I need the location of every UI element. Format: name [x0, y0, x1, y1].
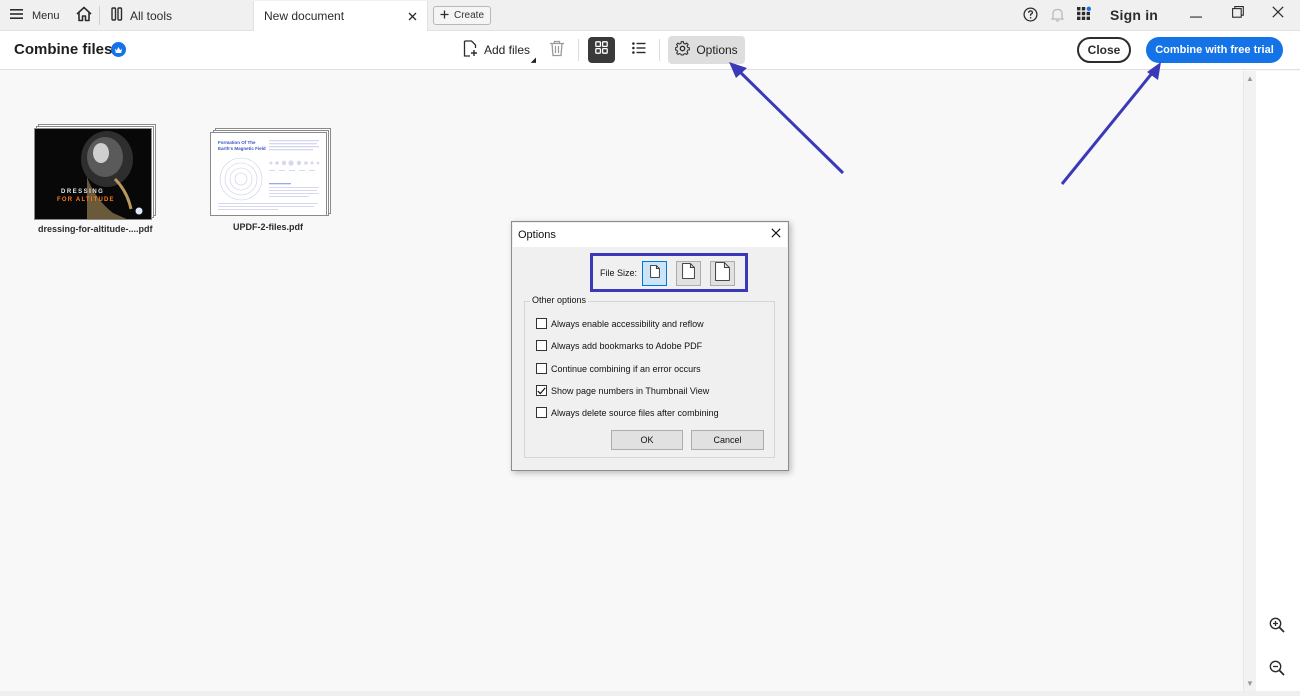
close-icon: [771, 225, 781, 243]
restore-icon: [1232, 5, 1244, 23]
file-size-large-icon: [715, 261, 730, 286]
list-view-button[interactable]: [626, 37, 652, 63]
option-add-bookmarks[interactable]: Always add bookmarks to Adobe PDF: [536, 340, 702, 351]
checkbox[interactable]: [536, 340, 547, 351]
close-icon[interactable]: [405, 9, 419, 23]
delete-button[interactable]: [549, 40, 565, 62]
dialog-close-button[interactable]: [770, 228, 782, 240]
home-button[interactable]: [74, 0, 94, 31]
scroll-down-icon[interactable]: ▼: [1246, 679, 1254, 688]
file-size-medium-button[interactable]: [676, 261, 701, 286]
help-button[interactable]: [1021, 0, 1039, 31]
checkbox-checked[interactable]: [536, 385, 547, 396]
file-size-small-icon: [649, 264, 660, 283]
zoom-out-icon: [1269, 660, 1285, 680]
toolbar-divider: [578, 39, 579, 61]
tool-toolbar: Combine files Add files ◢ Options Close …: [0, 31, 1300, 70]
close-icon: [1272, 5, 1284, 23]
option-label: Always add bookmarks to Adobe PDF: [551, 340, 703, 351]
home-icon: [75, 6, 93, 25]
all-tools-icon: [111, 7, 123, 24]
zoom-in-button[interactable]: [1269, 617, 1285, 638]
all-tools-button[interactable]: All tools: [111, 0, 172, 31]
file-size-large-button[interactable]: [710, 261, 735, 286]
ok-button[interactable]: OK: [611, 430, 683, 450]
list-view-icon: [632, 41, 646, 59]
trash-icon: [549, 40, 565, 61]
options-button[interactable]: Options: [668, 36, 745, 64]
restore-button[interactable]: [1218, 0, 1258, 28]
tab-new-document[interactable]: New document: [253, 1, 428, 31]
option-continue-on-error[interactable]: Continue combining if an error occurs: [536, 363, 701, 374]
menu-icon: [10, 8, 24, 23]
dialog-title-bar: Options: [513, 223, 787, 247]
options-dialog: Options File Size: Other options Always …: [511, 221, 789, 471]
top-bar: Menu All tools New document Create Sign …: [0, 0, 1300, 31]
right-panel: [1256, 71, 1300, 691]
topbar-divider: [99, 6, 100, 25]
option-accessibility-reflow[interactable]: Always enable accessibility and reflow: [536, 318, 704, 329]
bell-icon: [1050, 7, 1064, 25]
options-label: Options: [696, 43, 738, 57]
zoom-out-button[interactable]: [1269, 660, 1285, 681]
create-button[interactable]: Create: [433, 6, 491, 25]
all-tools-label: All tools: [130, 8, 173, 23]
file-size-group: File Size:: [590, 253, 748, 292]
cover-subtitle: FOR ALTITUDE: [57, 197, 115, 203]
other-options-label: Other options: [530, 295, 589, 305]
checkmark-icon: [537, 387, 546, 394]
toolbar-divider: [659, 39, 660, 61]
option-label: Continue combining if an error occurs: [551, 363, 701, 374]
create-label: Create: [453, 10, 484, 21]
horizontal-scrollbar[interactable]: [0, 691, 1300, 696]
add-files-button[interactable]: Add files ◢: [463, 40, 536, 64]
premium-badge-icon: [111, 42, 126, 57]
page-title: Combine files: [14, 41, 113, 58]
window-close-button[interactable]: [1258, 0, 1298, 28]
file-size-label: File Size:: [600, 268, 638, 278]
apps-icon: [1076, 6, 1092, 25]
minimize-icon: [1190, 5, 1202, 23]
zoom-in-icon: [1269, 617, 1285, 637]
help-icon: [1022, 6, 1038, 25]
dialog-title: Options: [518, 229, 556, 241]
plus-icon: [440, 10, 449, 22]
apps-button[interactable]: [1076, 0, 1092, 31]
menu-button[interactable]: Menu: [10, 0, 60, 31]
option-delete-source-files[interactable]: Always delete source files after combini…: [536, 407, 719, 418]
checkbox[interactable]: [536, 318, 547, 329]
tab-label: New document: [264, 9, 345, 23]
cover-page: Formation Of The Earth's Magnetic Field: [210, 132, 327, 216]
file-size-medium-icon: [682, 263, 695, 284]
option-label: Show page numbers in Thumbnail View: [551, 385, 710, 396]
checkbox[interactable]: [536, 407, 547, 418]
close-button[interactable]: Close: [1077, 37, 1131, 63]
combine-button[interactable]: Combine with free trial: [1146, 37, 1283, 63]
file-name: dressing-for-altitude-....pdf: [38, 224, 153, 234]
cancel-button[interactable]: Cancel: [691, 430, 764, 450]
minimize-button[interactable]: [1176, 0, 1216, 28]
cover-title: DRESSING: [61, 189, 105, 195]
menu-label: Menu: [32, 9, 60, 22]
gear-icon: [675, 41, 691, 59]
vertical-scrollbar[interactable]: ▲ ▼: [1243, 71, 1256, 691]
checkbox[interactable]: [536, 363, 547, 374]
option-show-page-numbers[interactable]: Show page numbers in Thumbnail View: [536, 385, 709, 396]
add-files-label: Add files: [484, 43, 531, 57]
grid-view-icon: [595, 41, 608, 59]
grid-view-button[interactable]: [588, 37, 615, 63]
add-file-icon: [463, 40, 478, 60]
scroll-up-icon[interactable]: ▲: [1246, 74, 1254, 83]
cover-image: DRESSING FOR ALTITUDE: [34, 128, 152, 220]
notifications-button[interactable]: [1049, 0, 1065, 31]
option-label: Always enable accessibility and reflow: [551, 318, 704, 329]
option-label: Always delete source files after combini…: [551, 407, 719, 418]
file-size-small-button[interactable]: [642, 261, 667, 286]
dropdown-caret-icon[interactable]: ◢: [531, 56, 536, 64]
sign-in-link[interactable]: Sign in: [1110, 7, 1158, 23]
file-name: UPDF-2-files.pdf: [233, 222, 304, 232]
